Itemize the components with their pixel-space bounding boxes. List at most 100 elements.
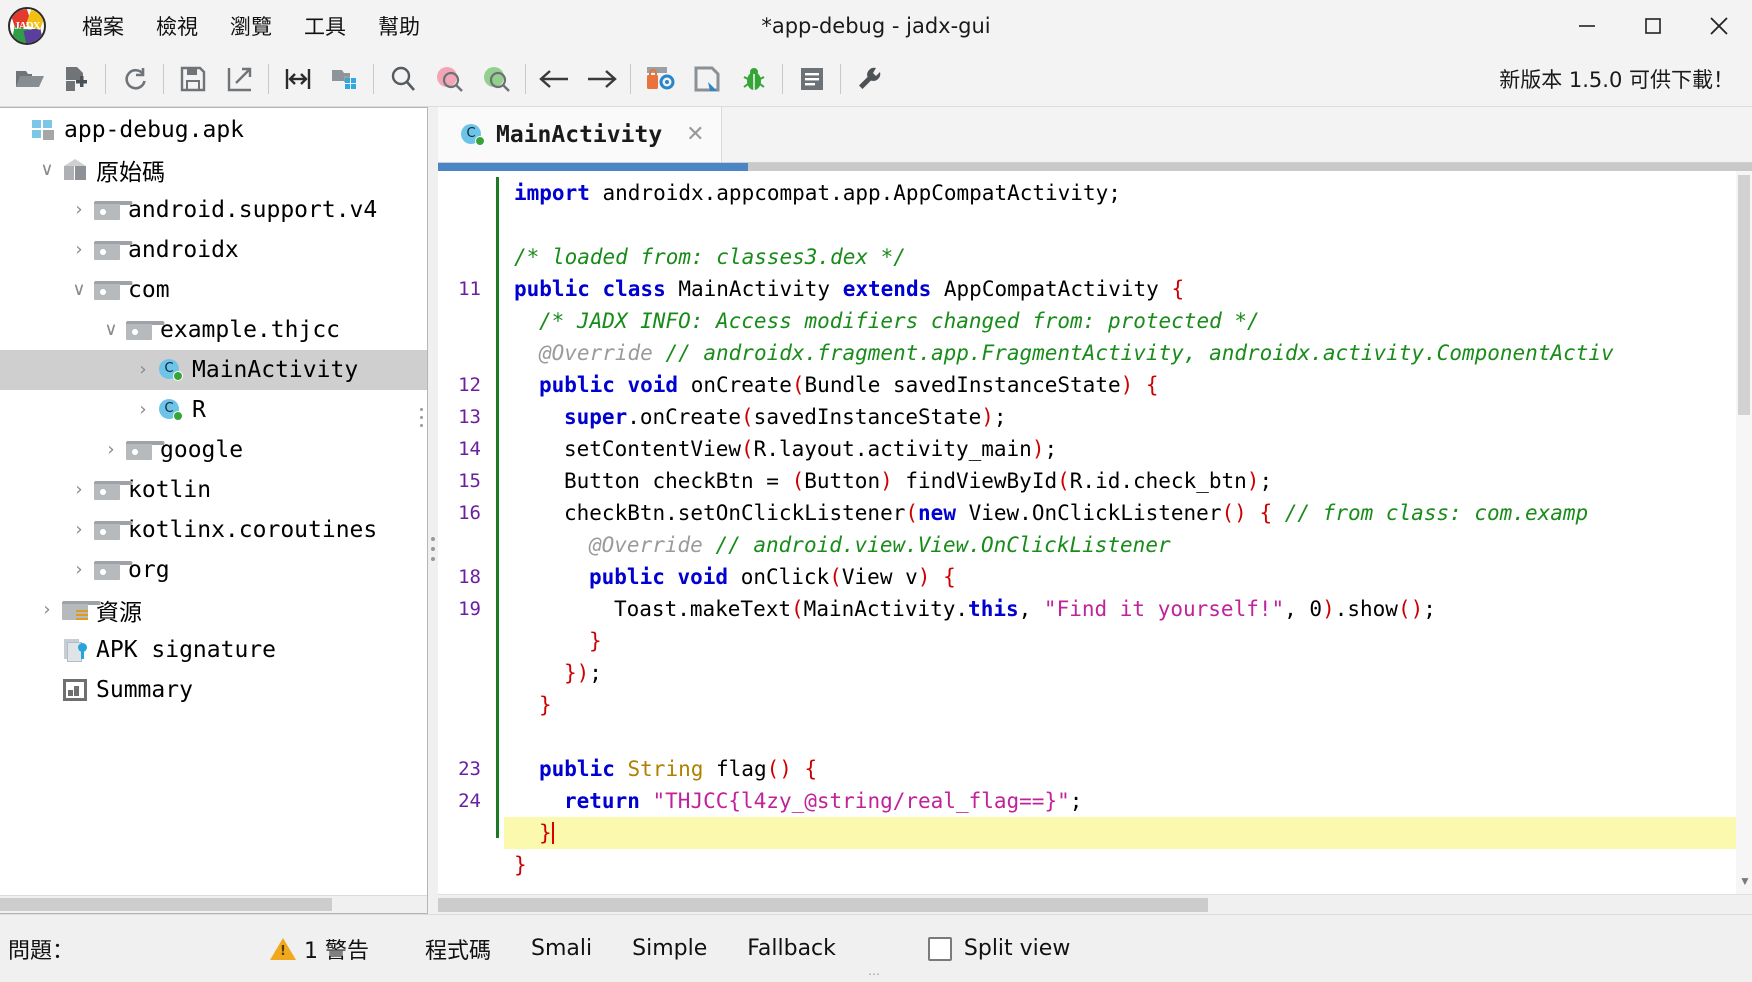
chevron-right-icon[interactable]: › [130, 361, 156, 379]
editor-vscroll-thumb[interactable] [1738, 175, 1750, 415]
export-gradle-icon[interactable] [216, 57, 263, 101]
tree-node[interactable]: › kotlin [0, 470, 427, 510]
code-line[interactable] [504, 721, 1752, 753]
chevron-right-icon[interactable]: › [66, 561, 92, 579]
close-icon[interactable]: ✕ [686, 122, 704, 147]
code-line[interactable]: Button checkBtn = (Button) findViewById(… [504, 465, 1752, 497]
tree-hscroll-thumb[interactable] [0, 898, 332, 911]
split-view-checkbox[interactable] [927, 936, 952, 961]
code-line[interactable]: return "THJCC{l4zy_@string/real_flag==}"… [504, 785, 1752, 817]
chevron-down-icon[interactable]: ∨ [34, 161, 60, 179]
code-line[interactable]: public void onCreate(Bundle savedInstanc… [504, 369, 1752, 401]
menu-tools[interactable]: 工具 [288, 6, 362, 46]
menu-navigation[interactable]: 瀏覽 [214, 6, 288, 46]
code-line[interactable]: super.onCreate(savedInstanceState); [504, 401, 1752, 433]
close-button[interactable] [1686, 0, 1752, 51]
chevron-down-icon[interactable]: ∨ [66, 281, 92, 299]
tree-node[interactable]: ∨ com [0, 270, 427, 310]
back-arrow-icon[interactable] [531, 57, 578, 101]
tree-node[interactable]: app-debug.apk [0, 110, 427, 150]
chevron-down-icon[interactable]: ∨ [98, 321, 124, 339]
sync-icon[interactable] [274, 57, 321, 101]
tab-smali[interactable]: Smali [511, 930, 612, 967]
menu-help[interactable]: 幫助 [362, 6, 436, 46]
editor-tab-mainactivity[interactable]: C MainActivity ✕ [438, 107, 722, 162]
quark-icon[interactable] [683, 57, 730, 101]
menu-file[interactable]: 檔案 [66, 6, 140, 46]
tree-node[interactable]: › androidx [0, 230, 427, 270]
debug-bug-icon[interactable] [730, 57, 777, 101]
project-tree[interactable]: app-debug.apk ∨ 原始碼 › android.support.v4 › and… [0, 108, 427, 895]
forward-arrow-icon[interactable] [578, 57, 625, 101]
code-line[interactable]: Toast.makeText(MainActivity.this, "Find … [504, 593, 1752, 625]
tree-horizontal-scrollbar[interactable] [0, 895, 427, 913]
tree-node[interactable]: › org [0, 550, 427, 590]
code-wrap: 11 12 13 14 15 16 18 19 23 24 import androidx.app… [438, 171, 1752, 894]
chevron-right-icon[interactable]: › [66, 201, 92, 219]
tree-node[interactable]: ∨ example.thjcc [0, 310, 427, 350]
code-line[interactable]: } [504, 625, 1752, 657]
preferences-wrench-icon[interactable] [846, 57, 893, 101]
tree-node[interactable]: APK signature [0, 630, 427, 670]
code-line[interactable]: public class MainActivity extends AppCom… [504, 273, 1752, 305]
code-text[interactable]: import androidx.appcompat.app.AppCompatA… [504, 171, 1752, 894]
editor-hscroll-thumb[interactable] [438, 898, 1208, 912]
editor-horizontal-scrollbar[interactable] [438, 894, 1752, 914]
code-line[interactable]: @Override // androidx.fragment.app.Fragm… [504, 337, 1752, 369]
search-comment-icon[interactable] [473, 57, 520, 101]
code-line[interactable]: import androidx.appcompat.app.AppCompatA… [504, 177, 1752, 209]
log-viewer-icon[interactable] [788, 57, 835, 101]
tree-vertical-scrollbar[interactable] [418, 108, 427, 913]
new-version-notice[interactable]: 新版本 1.5.0 可供下載！ [1499, 64, 1734, 94]
tree-node[interactable]: › C MainActivity [0, 350, 427, 390]
tree-node[interactable]: › google [0, 430, 427, 470]
search-class-icon[interactable] [426, 57, 473, 101]
panel-splitter[interactable] [428, 107, 438, 914]
chevron-right-icon[interactable]: › [66, 481, 92, 499]
folder-icon [126, 440, 165, 460]
deobfuscation-icon[interactable] [636, 57, 683, 101]
minimize-button[interactable] [1554, 0, 1620, 51]
chevron-right-icon[interactable]: › [98, 441, 124, 459]
code-line[interactable] [504, 209, 1752, 241]
chevron-right-icon[interactable]: › [130, 401, 156, 419]
add-files-icon[interactable] [53, 57, 100, 101]
split-view-toggle[interactable]: Split view [927, 936, 1070, 961]
open-file-icon[interactable] [6, 57, 53, 101]
tab-fallback[interactable]: Fallback [727, 930, 856, 967]
code-line[interactable]: @Override // android.view.View.OnClickLi… [504, 529, 1752, 561]
code-line[interactable]: }); [504, 657, 1752, 689]
save-all-icon[interactable] [169, 57, 216, 101]
line-number: 19 [458, 598, 481, 620]
tab-simple[interactable]: Simple [612, 930, 727, 967]
maximize-button[interactable] [1620, 0, 1686, 51]
tree-node[interactable]: › android.support.v4 [0, 190, 427, 230]
code-line[interactable]: public void onClick(View v) { [504, 561, 1752, 593]
tab-code[interactable]: 程式碼 [405, 927, 511, 971]
chevron-right-icon[interactable]: › [34, 601, 60, 619]
tree-node[interactable]: › kotlinx.coroutines [0, 510, 427, 550]
code-line[interactable]: setContentView(R.layout.activity_main); [504, 433, 1752, 465]
tree-node[interactable]: ∨ 原始碼 [0, 150, 427, 190]
menu-view[interactable]: 檢視 [140, 6, 214, 46]
code-line[interactable]: /* loaded from: classes3.dex */ [504, 241, 1752, 273]
chevron-right-icon[interactable]: › [66, 241, 92, 259]
code-line[interactable]: } [504, 689, 1752, 721]
tree-node[interactable]: › 資源 [0, 590, 427, 630]
tree-node[interactable]: › C R [0, 390, 427, 430]
resize-grip[interactable]: ⋯ [868, 967, 882, 981]
reload-icon[interactable] [111, 57, 158, 101]
tree-node[interactable]: Summary [0, 670, 427, 710]
code-line[interactable]: /* JADX INFO: Access modifiers changed f… [504, 305, 1752, 337]
code-line[interactable]: } [504, 817, 1752, 849]
chevron-down-icon[interactable]: ▼ [1739, 874, 1751, 888]
code-fold-bar[interactable] [490, 171, 504, 894]
chevron-right-icon[interactable]: › [66, 521, 92, 539]
code-line[interactable]: checkBtn.setOnClickListener(new View.OnC… [504, 497, 1752, 529]
warning-indicator[interactable]: 1 警告 [270, 933, 369, 965]
flat-packages-icon[interactable] [321, 57, 368, 101]
code-line[interactable]: } [504, 849, 1752, 881]
code-line[interactable]: public String flag() { [504, 753, 1752, 785]
search-icon[interactable] [379, 57, 426, 101]
editor-vertical-scrollbar[interactable]: ▼ [1736, 171, 1752, 894]
